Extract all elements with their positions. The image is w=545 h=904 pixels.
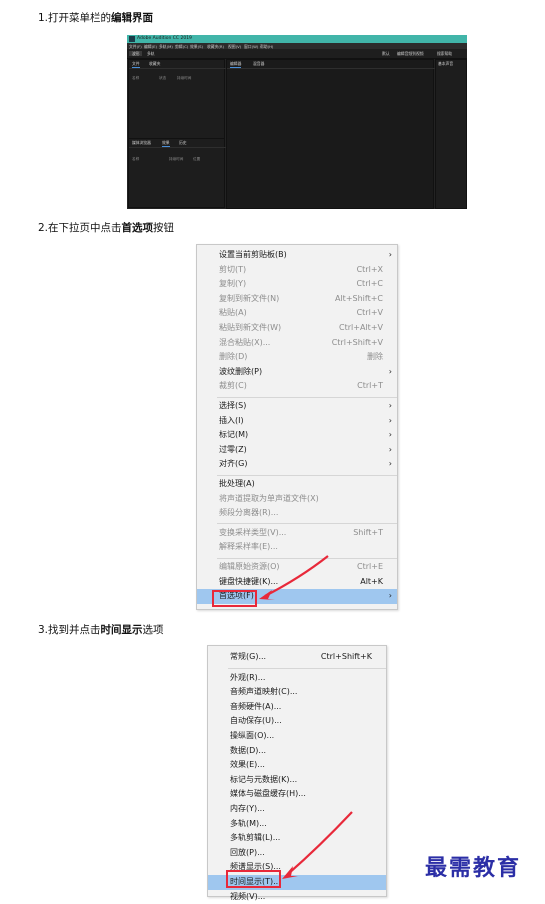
arrow-to-preferences xyxy=(264,555,329,597)
brand-watermark: 最需教育 xyxy=(425,855,522,881)
red-arrows xyxy=(259,555,353,879)
arrow-to-time-display xyxy=(287,811,353,875)
